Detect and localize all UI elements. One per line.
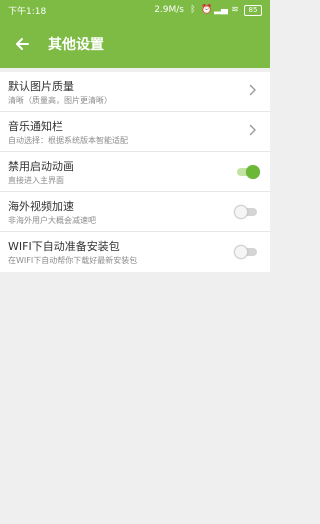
app-bar: 其他设置 (0, 20, 270, 68)
setting-subtitle: 清晰（质量高，图片更清晰） (8, 96, 112, 105)
page-title: 其他设置 (48, 37, 104, 53)
status-bar: 下午1:18 2.9M/s ᛒ ⏰ ▂▄ ≋ 85 (0, 0, 270, 20)
toggle-switch[interactable] (234, 205, 260, 219)
setting-subtitle: 直接进入主界面 (8, 176, 64, 185)
status-time: 下午1:18 (8, 6, 47, 17)
settings-list: 默认图片质量 清晰（质量高，图片更清晰） 音乐通知栏 自动选择：根据系统版本智能… (0, 68, 270, 272)
setting-title: 默认图片质量 (8, 80, 74, 93)
toggle-knob (246, 165, 260, 179)
alarm-icon: ⏰ (201, 5, 213, 15)
top-bar: 下午1:18 2.9M/s ᛒ ⏰ ▂▄ ≋ 85 其他设置 (0, 0, 270, 68)
toggle-switch[interactable] (234, 245, 260, 259)
setting-title: WIFI下自动准备安装包 (8, 240, 120, 253)
setting-disable-launch-animation: 禁用启动动画 直接进入主界面 (0, 152, 270, 192)
chevron-right-icon (249, 84, 256, 96)
back-arrow-icon (16, 38, 29, 50)
toggle-knob (234, 245, 248, 259)
setting-title: 海外视频加速 (8, 200, 74, 213)
network-speed: 2.9M/s (154, 5, 184, 15)
signal-icon: ▂▄ (214, 5, 228, 15)
setting-subtitle: 在WIFI下自动帮你下载好最新安装包 (8, 256, 138, 265)
setting-music-notification[interactable]: 音乐通知栏 自动选择：根据系统版本智能适配 (0, 112, 270, 152)
chevron-right-icon (249, 124, 256, 136)
back-button[interactable] (10, 32, 34, 56)
bluetooth-icon: ᛒ (190, 5, 196, 15)
battery-level: 85 (248, 5, 258, 14)
setting-title: 音乐通知栏 (8, 120, 63, 133)
status-icons: 2.9M/s ᛒ ⏰ ▂▄ ≋ 85 (154, 4, 262, 16)
setting-image-quality[interactable]: 默认图片质量 清晰（质量高，图片更清晰） (0, 72, 270, 112)
setting-title: 禁用启动动画 (8, 160, 74, 173)
setting-wifi-auto-download: WIFI下自动准备安装包 在WIFI下自动帮你下载好最新安装包 (0, 232, 270, 272)
setting-overseas-video-acceleration: 海外视频加速 非海外用户大概会减速吧 (0, 192, 270, 232)
setting-subtitle: 非海外用户大概会减速吧 (8, 216, 96, 225)
toggle-knob (234, 205, 248, 219)
wifi-icon: ≋ (231, 5, 239, 15)
battery-indicator: 85 (244, 4, 262, 16)
toggle-switch[interactable] (234, 165, 260, 179)
setting-subtitle: 自动选择：根据系统版本智能适配 (8, 136, 128, 145)
